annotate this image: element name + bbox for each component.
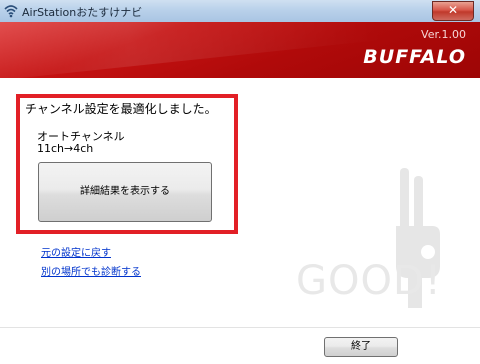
show-details-button[interactable]: 詳細結果を表示する bbox=[38, 162, 212, 222]
good-watermark: GOOD! bbox=[296, 258, 442, 304]
footer-divider bbox=[0, 327, 480, 328]
wifi-icon bbox=[4, 5, 18, 18]
version-label: Ver.1.00 bbox=[421, 28, 466, 41]
header-streak bbox=[0, 22, 383, 78]
restore-settings-link[interactable]: 元の設定に戻す bbox=[41, 244, 111, 259]
close-icon: ✕ bbox=[447, 3, 459, 17]
status-message: チャンネル設定を最適化しました。 bbox=[25, 102, 217, 116]
channel-change-label: 11ch→4ch bbox=[37, 142, 94, 155]
title-bar: AirStationおたすけナビ ✕ bbox=[0, 0, 480, 23]
end-button[interactable]: 終了 bbox=[324, 337, 398, 357]
close-button[interactable]: ✕ bbox=[432, 1, 474, 21]
window-title: AirStationおたすけナビ bbox=[22, 6, 143, 19]
diagnose-elsewhere-link[interactable]: 別の場所でも診断する bbox=[41, 263, 141, 278]
header-banner: Ver.1.00 BUFFALO bbox=[0, 22, 480, 78]
buffalo-logo: BUFFALO bbox=[363, 46, 466, 68]
